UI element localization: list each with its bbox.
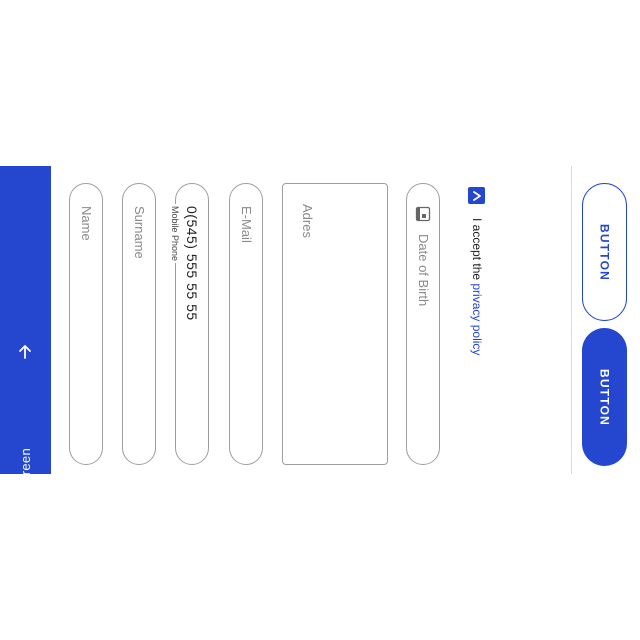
address-field[interactable]: Adres <box>282 183 388 465</box>
divider <box>571 166 572 474</box>
mobile-phone-label: Mobile Phone <box>170 204 180 264</box>
primary-button-label: BUTTON <box>597 368 612 426</box>
address-placeholder: Adres <box>300 204 315 238</box>
name-placeholder: Name <box>79 206 94 241</box>
privacy-prefix: I accept the <box>470 218 484 284</box>
name-field[interactable]: Name <box>69 183 103 465</box>
back-button[interactable] <box>13 340 37 364</box>
surname-field[interactable]: Surname <box>122 183 156 465</box>
surname-placeholder: Surname <box>132 206 147 259</box>
email-field[interactable]: E-Mail <box>229 183 263 465</box>
page-title: Form Screen <box>18 448 33 527</box>
email-placeholder: E-Mail <box>239 206 254 243</box>
privacy-text: I accept the privacy policy <box>470 218 484 355</box>
app-bar: Form Screen <box>0 166 51 526</box>
check-icon <box>472 190 481 201</box>
arrow-back-icon <box>19 345 31 359</box>
privacy-checkbox[interactable] <box>468 187 485 204</box>
secondary-button-label: BUTTON <box>597 223 612 281</box>
mobile-phone-field[interactable]: Mobile Phone 0(545) 555 55 55 <box>170 183 209 465</box>
calendar-icon[interactable] <box>415 206 431 222</box>
mobile-phone-value: 0(545) 555 55 55 <box>184 206 200 321</box>
primary-button[interactable]: BUTTON <box>582 328 627 466</box>
form-screen: Form Screen Name Surname Mobile Phone 0(… <box>0 0 640 640</box>
secondary-button[interactable]: BUTTON <box>582 183 627 321</box>
date-of-birth-placeholder: Date of Birth <box>416 234 431 307</box>
date-of-birth-field[interactable]: Date of Birth <box>406 183 440 465</box>
privacy-policy-link[interactable]: privacy policy <box>470 283 484 355</box>
